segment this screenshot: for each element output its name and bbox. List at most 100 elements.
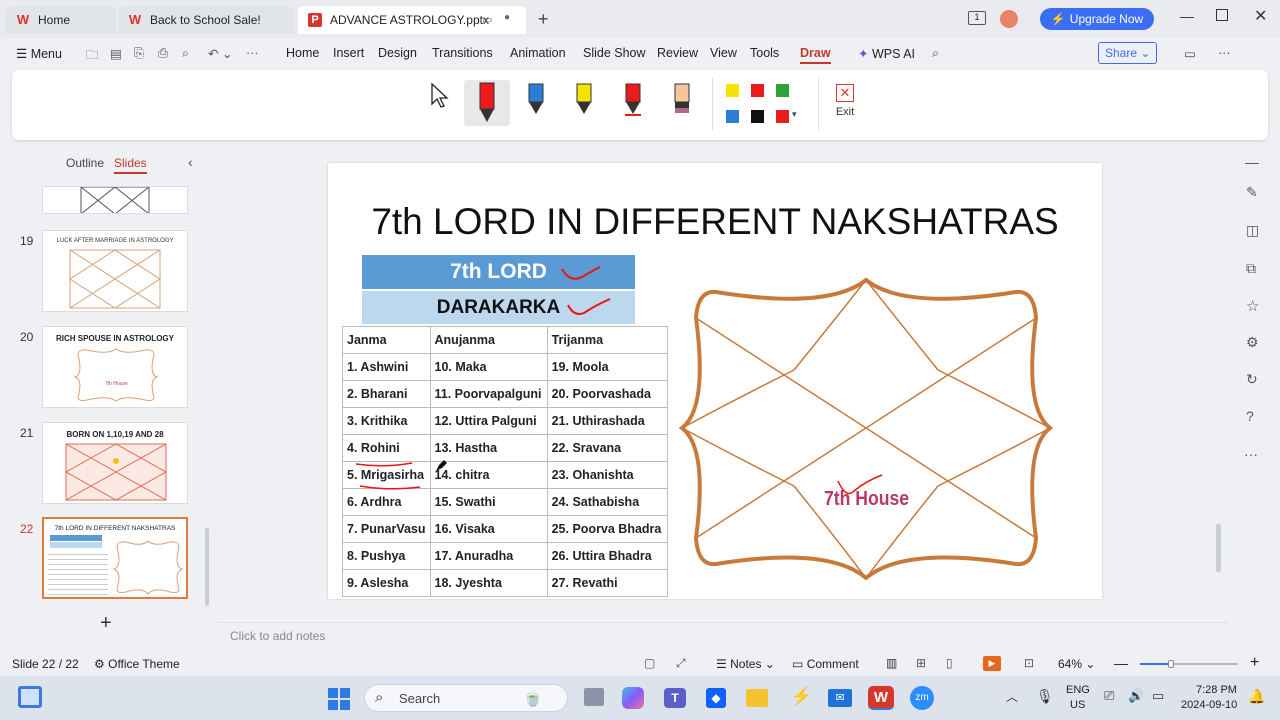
menu-tools[interactable]: Tools [750,46,779,60]
slide-thumb-19[interactable]: LUCK AFTER MARRIAGE IN ASTROLOGY [42,230,188,312]
color-swatch-green[interactable] [776,84,789,97]
display-icon[interactable]: ⎚ [1104,688,1114,704]
tab-outline[interactable]: Outline [66,156,104,170]
yellow-highlighter-icon[interactable] [570,82,598,118]
history-icon[interactable]: ↻ [1246,371,1258,388]
pen-red-selected[interactable] [464,80,510,126]
undo-icon[interactable]: ↶ ⌄ [208,46,232,61]
slide-thumb-18[interactable] [42,186,188,214]
canvas-scrollbar[interactable] [1216,524,1221,572]
notification-icon[interactable]: 🔔 [1248,688,1265,705]
zoom-in-icon[interactable]: + [1250,654,1259,672]
slide-thumb-22-selected[interactable]: 7th LORD IN DIFFERENT NAKSHATRAS [42,517,188,599]
menu-transitions[interactable]: Transitions [432,46,493,60]
minimize-icon[interactable]: — [1180,8,1194,24]
copy-icon[interactable]: ⧉ [1246,260,1256,277]
window-count-icon[interactable]: 1 [968,11,986,25]
menu-insert[interactable]: Insert [333,46,364,60]
wps-ai-button[interactable]: ✦ WPS AI [858,46,915,61]
tab-home[interactable]: W Home [6,6,116,34]
add-slide-icon[interactable]: + [100,612,112,635]
tab-slides[interactable]: Slides [114,156,147,174]
color-swatch-red[interactable] [751,84,764,97]
normal-view-icon[interactable]: ▥ [886,656,897,670]
zoom-slider-handle[interactable] [1168,660,1174,668]
menu-home[interactable]: Home [286,46,319,60]
task-view-icon[interactable] [584,688,604,706]
close-window-icon[interactable]: ✕ [1254,6,1267,26]
chevron-up-icon[interactable]: ︿ [1006,688,1018,705]
fit-icon[interactable]: ⤢ [676,656,686,671]
dropbox-icon[interactable]: ◆ [706,688,726,708]
lightning-app-icon[interactable]: ⚡ [790,686,812,707]
teams-icon[interactable]: T [664,688,686,708]
more-options-icon[interactable]: ··· [1218,46,1231,60]
collapse-panel-icon[interactable]: ‹ [188,154,193,170]
play-icon[interactable]: ▶ [983,656,1001,671]
open-folder-icon[interactable]: 🗀 [86,46,99,67]
maximize-icon[interactable] [1216,9,1228,21]
tab-back-to-school[interactable]: W Back to School Sale! [118,6,294,34]
fit-window-icon[interactable]: ⊡ [1024,656,1034,670]
notes-button[interactable]: ☰ Notes ⌄ [716,657,775,671]
export-icon[interactable]: ⎘ [134,46,144,61]
magic-icon[interactable]: ✎ [1246,184,1258,201]
chevron-down-icon[interactable]: ▾ [792,109,797,120]
copilot-icon[interactable] [622,687,644,709]
notes-pane[interactable]: Click to add notes [218,622,1228,650]
zoom-select[interactable]: 64% ⌄ [1058,657,1095,671]
color-swatch-yellow[interactable] [726,84,739,97]
help-icon[interactable]: ? [1246,408,1254,424]
tab-advance-astrology[interactable]: P ADVANCE ASTROLOGY.pptx ▭ ● [298,6,526,34]
eraser-pen-icon[interactable] [668,82,696,118]
collapse-icon[interactable]: — [1245,154,1259,170]
comment-icon[interactable]: ▭ [1184,46,1196,61]
language-code[interactable]: ENG [1066,684,1090,696]
reading-view-icon[interactable]: ▯ [946,656,953,670]
more-icon[interactable]: ··· [1244,446,1258,462]
windows-start-icon[interactable] [328,688,350,710]
restore-tab-icon[interactable]: ▭ [482,13,492,26]
file-explorer-icon[interactable] [746,689,768,707]
print-icon[interactable]: ⎙ [158,46,168,61]
cursor-select-icon[interactable] [430,82,450,110]
menu-design[interactable]: Design [378,46,417,60]
volume-icon[interactable]: 🔊 [1128,688,1144,704]
color-picker-current[interactable] [776,110,789,123]
notes-toggle-icon[interactable]: ▢ [644,656,655,670]
menu-slide-show[interactable]: Slide Show [583,46,646,60]
panel-scrollbar[interactable] [205,528,209,606]
taskbar-search[interactable]: ⌕ Search 🍵 [364,684,568,712]
star-icon[interactable]: ☆ [1246,297,1259,315]
comment-button[interactable]: ▭ Comment [792,657,859,671]
color-swatch-black[interactable] [751,110,764,123]
wps-taskbar-icon[interactable]: W [868,686,894,710]
menu-animation[interactable]: Animation [510,46,566,60]
menu-draw[interactable]: Draw [800,46,831,64]
search-icon[interactable]: ⌕ [932,46,939,61]
new-tab-icon[interactable]: + [538,9,549,30]
menu-view[interactable]: View [710,46,737,60]
preview-icon[interactable]: ⌕ [182,46,189,61]
blue-pen-icon[interactable] [522,82,550,118]
sorter-view-icon[interactable]: ⊞ [916,656,926,670]
color-swatch-blue[interactable] [726,110,739,123]
theme-button[interactable]: ⚙ Office Theme [94,657,180,671]
exit-button[interactable]: ✕ Exit [832,84,858,118]
share-button[interactable]: Share ⌄ [1098,42,1158,64]
menu-button[interactable]: ☰ Menu [16,46,62,61]
zoom-out-icon[interactable]: — [1114,655,1128,671]
slide-thumb-21[interactable]: BORN ON 1,10,19 AND 28 [42,422,188,504]
battery-icon[interactable]: ▭ [1152,688,1164,704]
mail-icon[interactable]: ✉ [828,689,852,707]
menu-review[interactable]: Review [657,46,698,60]
save-icon[interactable]: ▤ [110,46,122,61]
zoom-app-icon[interactable]: zm [910,686,934,710]
zoom-slider[interactable] [1140,660,1238,668]
clock-time[interactable]: 7:28 PM [1196,684,1237,696]
microphone-icon[interactable]: 🎙 [1036,688,1054,705]
shape-icon[interactable]: ◫ [1246,222,1259,239]
upgrade-button[interactable]: ⚡ Upgrade Now [1040,8,1154,30]
settings-sliders-icon[interactable]: ⚙ [1246,334,1259,351]
desktop-widget-icon[interactable] [18,686,42,708]
